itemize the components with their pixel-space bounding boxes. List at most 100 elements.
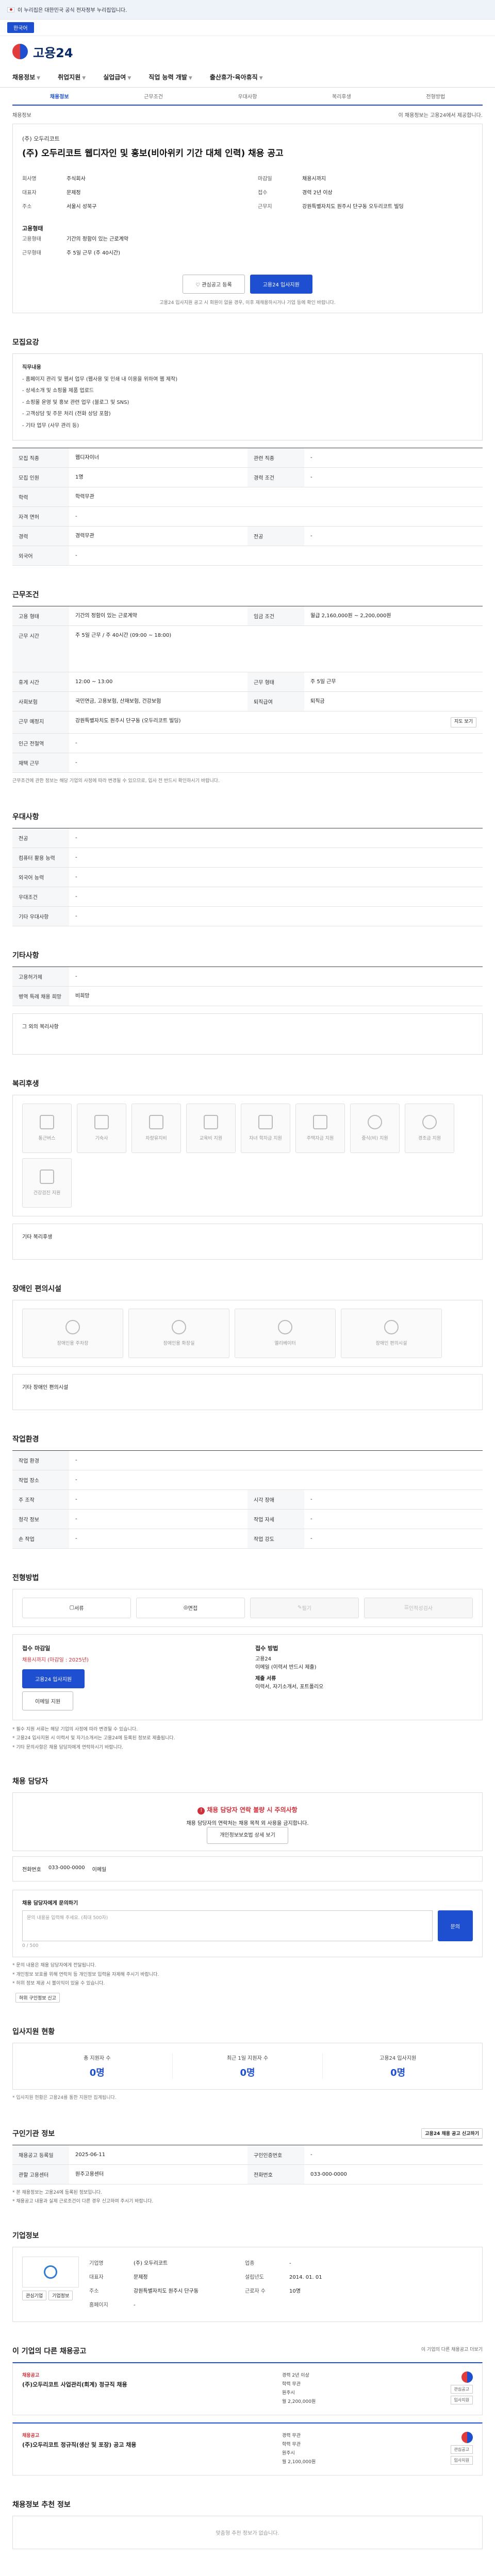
car-icon: [149, 1115, 163, 1129]
table-value: 강원특별자치도 원주시 단구동 (오두리코트 빌딩): [75, 718, 181, 724]
table-key: 전공: [12, 828, 69, 848]
site-logo[interactable]: 고용24: [33, 43, 73, 61]
nav-label: 실업급여: [103, 74, 126, 81]
company-box: 관심기업 기업정보 기업명 (주) 오두리코트 업종 - 대표자 문제정 설립년도 2014…: [12, 2246, 483, 2322]
employment-heading: 고용형태: [22, 225, 43, 232]
logo-icon[interactable]: [12, 44, 28, 59]
job-card[interactable]: 채용공고 (주)오두리코트 정규직(생산 및 포장) 공고 채용 경력 무관 학력 …: [12, 2422, 483, 2476]
apply-job-button[interactable]: 입사지원: [450, 2455, 473, 2465]
more-jobs-link[interactable]: 이 기업의 다른 채용공고 더보기: [421, 2346, 483, 2356]
house-icon: [313, 1115, 327, 1129]
tab-method[interactable]: 전형방법: [389, 88, 483, 105]
flag-icon: [7, 7, 14, 12]
facility-label: 장애인 편의시설: [375, 1341, 407, 1346]
facility-card: 장애인용 화장실: [128, 1308, 229, 1358]
map-button[interactable]: 지도 보기: [451, 717, 476, 727]
section-title: 채용 담당자: [12, 1777, 48, 1786]
email-apply-button[interactable]: 이메일 지원: [22, 1691, 74, 1710]
inquiry-input[interactable]: 문의 내용을 입력해 주세요. (최대 500자): [22, 1910, 433, 1941]
note-line: * 채용공고 내용과 실제 근로조건이 다른 경우 신고하여 주시기 바랍니다.: [12, 2199, 154, 2204]
nav-item[interactable]: 출산휴가·육아휴직 ▼: [210, 73, 263, 81]
job-desc-line: - 상세소개 및 쇼핑몰 제품 업로드: [22, 388, 94, 394]
company-info-button[interactable]: 기업정보: [48, 2290, 73, 2300]
job-tag: 채용공고: [22, 2372, 40, 2378]
tab-preferences[interactable]: 우대사항: [201, 88, 294, 105]
job-card[interactable]: 채용공고 (주)오두리코트 사업관리(회계) 정규직 채용 경력 2년 이상학력 …: [12, 2362, 483, 2415]
etc-table: 고용허가제 - 병역 특례 채용 희망 비희망: [12, 966, 483, 1006]
info-report-button[interactable]: 고용24 채용 공고 신고하기: [421, 2128, 483, 2139]
table-value: 국민연금, 고용보험, 산재보험, 건강보험: [75, 699, 161, 704]
tab-conditions[interactable]: 근무조건: [106, 88, 200, 105]
stat-item: 총 지원자 수 0명: [22, 2053, 173, 2079]
nav-item[interactable]: 직업 능력 개발 ▼: [148, 73, 192, 81]
report-button[interactable]: 허위 구인정보 신고: [15, 1992, 60, 2003]
preferences-table: 전공 - 컴퓨터 활용 능력 - 외국어 능력 - 우대조건 - 기타 우대사항 -: [12, 827, 483, 926]
tab-job[interactable]: 채용정보: [12, 88, 107, 106]
table-value: -: [310, 533, 312, 539]
chevron-down-icon: ▼: [188, 76, 192, 81]
welfare-label: 경조금 지원: [418, 1136, 441, 1141]
chevron-down-icon: ▼: [259, 76, 263, 81]
section-tabs: 채용정보 근무조건 우대사항 복리후생 전형방법: [12, 88, 483, 106]
etc-extra-box: 그 외의 복리사항: [12, 1013, 483, 1055]
table-key: 사회보험: [12, 692, 69, 711]
apply-job-button[interactable]: 입사지원: [450, 2395, 473, 2404]
apply-button[interactable]: 고용24 입사지원: [250, 275, 312, 294]
table-key: 인근 전철역: [12, 733, 69, 753]
welfare-label: 차량유지비: [145, 1136, 167, 1141]
info-table: 채용공고 등록일 2025-06-11 구인인증번호 - 관할 고용센터 원주고용센터 전…: [12, 2144, 483, 2184]
table-key: 손 작업: [12, 1529, 69, 1548]
chevron-down-icon: ▼: [37, 76, 41, 81]
job-meta: 경력 2년 이상: [282, 2372, 309, 2378]
job-meta: 학력 무관: [282, 2381, 301, 2387]
welfare-label: 교육비 지원: [199, 1136, 223, 1141]
note-line: * 기타 문의사항은 채용 담당자에게 연락하시기 바랍니다.: [12, 1744, 123, 1750]
stat-label: 최근 1일 지원자 수: [226, 2055, 269, 2061]
nav-item[interactable]: 채용정보 ▼: [12, 73, 40, 81]
welfare-label: 건강검진 지원: [33, 1191, 61, 1196]
job-card-title[interactable]: (주)오두리코트 사업관리(회계) 정규직 채용: [22, 2380, 272, 2388]
utility-bar: 한국어: [0, 20, 495, 36]
scrap-button[interactable]: ♡ 관심공고 등록: [183, 275, 245, 294]
table-key: 전화번호: [248, 2164, 304, 2184]
table-value: 주 5일 근무: [310, 679, 336, 685]
table-key: 작업 환경: [12, 1450, 69, 1470]
note-line: * 고용24 입사지원 시 이력서 및 자기소개서는 고용24에 등록된 정보로…: [12, 1736, 175, 1741]
table-value: -: [75, 854, 77, 860]
privacy-detail-button[interactable]: 개인정보보호법 상세 보기: [207, 1827, 288, 1844]
apply-online-button[interactable]: 고용24 입사지원: [22, 1669, 85, 1688]
summary-value: 기간의 정함이 있는 근로계약: [67, 236, 128, 242]
table-value: -: [75, 1477, 77, 1483]
stat-value: 0명: [240, 2067, 255, 2078]
table-key: 근무 형태: [248, 672, 304, 691]
table-key: 임금 조건: [248, 606, 304, 625]
scrap-job-button[interactable]: 관심공고: [450, 2445, 473, 2454]
facility-label: 엘리베이터: [274, 1341, 296, 1346]
section-title: 기업정보: [12, 2231, 39, 2240]
section-title: 장애인 편의시설: [12, 1284, 62, 1293]
docs-label: 제출 서류: [255, 1675, 276, 1682]
stat-value: 0명: [390, 2067, 406, 2078]
building-icon: [94, 1115, 109, 1129]
note-line: * 필수 지원 서류는 해당 기업의 사정에 따라 변경될 수 있습니다.: [12, 1726, 138, 1732]
inquiry-submit-button[interactable]: 문의: [437, 1910, 473, 1941]
table-key: 관련 직종: [248, 448, 304, 467]
table-key: 재택 근무: [12, 753, 69, 772]
favorite-company-button[interactable]: 관심기업: [22, 2290, 47, 2300]
nav-label: 채용정보: [12, 74, 36, 81]
table-key: 자격 면허: [12, 507, 69, 526]
tab-welfare[interactable]: 복리후생: [294, 88, 388, 105]
scrap-job-button[interactable]: 관심공고: [450, 2384, 473, 2394]
company-value: 강원특별자치도 원주시 단구동: [134, 2288, 199, 2294]
section-title: 이 기업의 다른 채용공고 이 기업의 다른 채용공고 더보기: [12, 2346, 483, 2356]
apply-deadline: 채용시까지 (마감일 : 2025년): [22, 1657, 89, 1663]
language-button[interactable]: 한국어: [7, 22, 34, 33]
nav-item[interactable]: 취업지원 ▼: [58, 73, 86, 81]
nav-item[interactable]: 실업급여 ▼: [103, 73, 131, 81]
table-value: 학력무관: [75, 494, 94, 500]
notice-bar: 채용정보 이 채용정보는 고용24에서 제공합니다.: [12, 106, 483, 124]
job-meta: 경력 무관: [282, 2433, 301, 2438]
gov-emblem-icon: [461, 2371, 473, 2383]
company-logo: [22, 2256, 79, 2287]
job-card-title[interactable]: (주)오두리코트 정규직(생산 및 포장) 공고 채용: [22, 2441, 272, 2449]
